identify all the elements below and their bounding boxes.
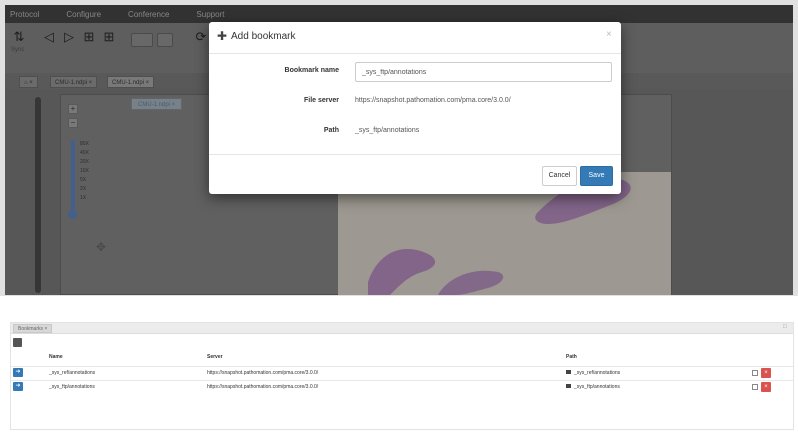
edit-icon[interactable] xyxy=(752,384,758,390)
dialog-footer: Cancel Save xyxy=(209,154,621,194)
file-server-row: File server https://snapshot.pathomation… xyxy=(209,92,621,112)
dialog-title: Add bookmark xyxy=(231,31,296,42)
bookmark-server: https://snapshot.pathomation.com/pma.cor… xyxy=(207,384,319,390)
maximize-icon[interactable]: □ xyxy=(783,324,787,330)
panel-tab-bar: Bookmarks × □ xyxy=(11,323,793,334)
bookmark-name-input[interactable] xyxy=(355,62,612,82)
bookmarks-table-header: Name Server Path xyxy=(11,353,793,365)
cancel-button[interactable]: Cancel xyxy=(542,166,577,186)
table-row[interactable]: ➜ _sys_ref/annotations https://snapshot.… xyxy=(11,366,793,378)
bookmark-name: _sys_ftp/annotations xyxy=(49,384,95,390)
bookmarks-panel: Bookmarks × □ Name Server Path ➜ _sys_re… xyxy=(10,322,794,430)
bookmark-name: _sys_ref/annotations xyxy=(49,370,96,376)
path-row: Path _sys_ftp/annotations xyxy=(209,122,621,142)
table-row[interactable]: ➜ _sys_ftp/annotations https://snapshot.… xyxy=(11,380,793,392)
bookmark-path: _sys_ref/annotations xyxy=(574,370,621,376)
dialog-header: ✚ Add bookmark × xyxy=(209,22,621,54)
path-label: Path xyxy=(323,127,339,134)
go-to-bookmark-button[interactable]: ➜ xyxy=(13,382,23,391)
bookmark-name-label: Bookmark name xyxy=(284,67,339,74)
save-button[interactable]: Save xyxy=(580,166,613,186)
folder-icon xyxy=(566,384,571,388)
export-icon[interactable] xyxy=(13,338,22,347)
bookmark-path: _sys_ftp/annotations xyxy=(574,384,620,390)
column-server: Server xyxy=(207,354,223,360)
column-name: Name xyxy=(49,354,63,360)
go-to-bookmark-button[interactable]: ➜ xyxy=(13,368,23,377)
folder-icon xyxy=(566,370,571,374)
delete-button[interactable]: × xyxy=(761,382,771,392)
column-path: Path xyxy=(566,354,577,360)
path-value: _sys_ftp/annotations xyxy=(355,127,420,134)
add-bookmark-dialog: ✚ Add bookmark × Bookmark name File serv… xyxy=(209,22,621,194)
bookmark-name-row: Bookmark name xyxy=(209,62,621,82)
file-server-value: https://snapshot.pathomation.com/pma.cor… xyxy=(355,97,511,104)
delete-button[interactable]: × xyxy=(761,368,771,378)
edit-icon[interactable] xyxy=(752,370,758,376)
plus-icon: ✚ xyxy=(217,29,228,43)
bookmark-server: https://snapshot.pathomation.com/pma.cor… xyxy=(207,370,319,376)
tab-bookmarks[interactable]: Bookmarks × xyxy=(13,324,53,333)
file-server-label: File server xyxy=(303,97,339,104)
close-icon[interactable]: × xyxy=(606,29,616,41)
